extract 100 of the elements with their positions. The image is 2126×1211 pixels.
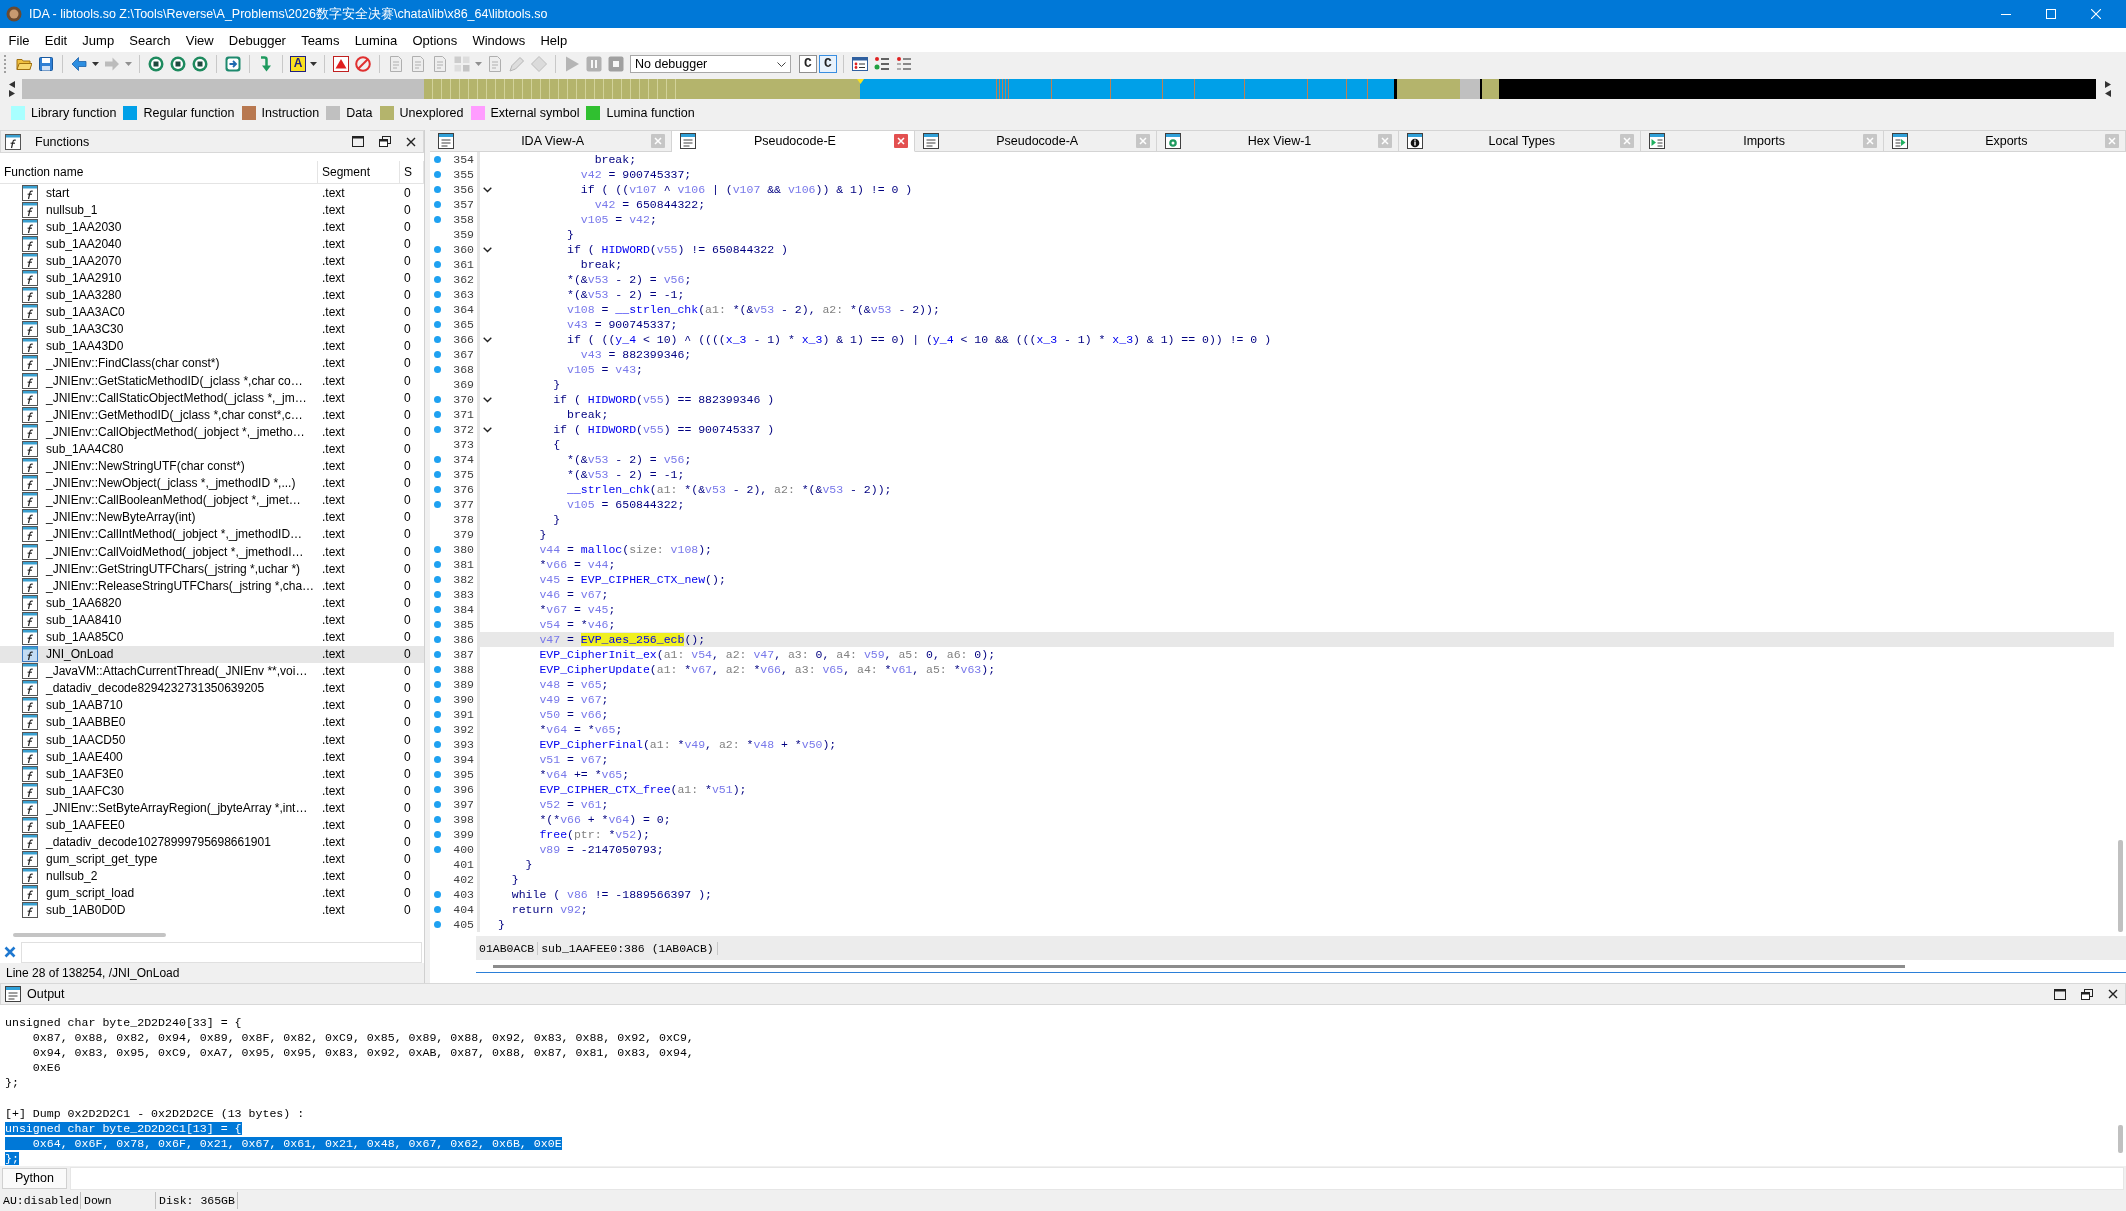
scroll-arrows-icon[interactable] [8, 80, 16, 98]
function-name[interactable]: _JavaVM::AttachCurrentThread(_JNIEnv **,voi… [46, 664, 308, 679]
function-name[interactable]: _datadiv_decode10278999795698661901 [46, 835, 271, 850]
function-name[interactable]: sub_1AAFC30 [46, 783, 125, 798]
command-input[interactable] [69, 1166, 2124, 1190]
function-name[interactable]: _JNIEnv::ReleaseStringUTFChars(_jstring *,cha… [46, 578, 315, 593]
tab[interactable]: Exports [1883, 130, 2126, 152]
float-icon[interactable] [379, 136, 391, 147]
ring-icon[interactable] [146, 54, 166, 74]
menu-item[interactable]: Options [404, 30, 465, 50]
menu-item[interactable]: Lumina [347, 30, 405, 50]
function-name[interactable]: gum_script_load [46, 886, 135, 901]
function-name[interactable]: sub_1AAF3E0 [46, 766, 124, 781]
menu-item[interactable]: View [178, 30, 222, 50]
function-name[interactable]: sub_1AA8410 [46, 612, 122, 627]
function-name[interactable]: _datadiv_decode8294232731350639205 [46, 681, 265, 696]
function-name[interactable]: nullsub_1 [46, 202, 98, 217]
function-name[interactable]: _JNIEnv::GetStringUTFChars(_jstring *,uchar *) [46, 561, 301, 576]
function-name[interactable]: JNI_OnLoad [46, 647, 114, 662]
column-header[interactable]: Segment [318, 161, 400, 183]
language-button[interactable]: Python [2, 1167, 67, 1189]
menu-item[interactable]: Edit [37, 30, 75, 50]
clear-icon[interactable] [4, 946, 16, 958]
function-name[interactable]: _JNIEnv::GetStaticMethodID(_jclass *,char co… [46, 373, 303, 388]
function-name[interactable]: _JNIEnv::CallVoidMethod(_jobject *,_jmethodI… [46, 544, 304, 559]
maximize-icon[interactable] [352, 136, 364, 147]
maximize-icon[interactable] [2054, 988, 2066, 1000]
menu-item[interactable]: Windows [464, 30, 533, 50]
navigation-band[interactable] [22, 79, 2096, 99]
function-name[interactable]: sub_1AAE400 [46, 749, 123, 764]
function-name[interactable]: _JNIEnv::NewObject(_jclass *,_jmethodID *,...) [46, 476, 296, 491]
function-name[interactable]: sub_1AA43D0 [46, 339, 124, 354]
function-name[interactable]: _JNIEnv::CallObjectMethod(_jobject *,_jmetho… [46, 424, 305, 439]
scrollbar-thumb[interactable] [493, 964, 1905, 968]
close-icon[interactable] [406, 136, 416, 147]
chevron-icon[interactable] [483, 246, 492, 253]
function-name[interactable]: _JNIEnv::CallBooleanMethod(_jobject *,_jmet… [46, 493, 301, 508]
back-arrow-icon[interactable] [69, 54, 89, 74]
function-name[interactable]: _JNIEnv::CallIntMethod(_jobject *,_jmethodID… [46, 527, 303, 542]
scroll-arrows-icon[interactable] [2104, 80, 2112, 98]
function-name[interactable]: _JNIEnv::GetMethodID(_jclass *,char const*,c… [46, 407, 303, 422]
function-name[interactable]: sub_1AABBE0 [46, 715, 126, 730]
function-name[interactable]: _JNIEnv::NewStringUTF(char const*) [46, 459, 245, 474]
function-name[interactable]: sub_1AA2030 [46, 219, 122, 234]
function-name[interactable]: sub_1AA6820 [46, 595, 122, 610]
function-name[interactable]: sub_1AA3AC0 [46, 305, 125, 320]
tab[interactable]: Hex View-1 [1156, 130, 1400, 152]
float-icon[interactable] [2081, 988, 2093, 1000]
function-name[interactable]: nullsub_2 [46, 869, 98, 884]
function-name[interactable]: sub_1AA3280 [46, 288, 122, 303]
menu-item[interactable]: File [1, 30, 38, 50]
function-name[interactable]: start [46, 185, 70, 200]
menu-item[interactable]: Debugger [221, 30, 294, 50]
chevron-icon[interactable] [483, 186, 492, 193]
no-entry-icon[interactable] [353, 54, 373, 74]
function-name[interactable]: sub_1AA2910 [46, 271, 122, 285]
function-name[interactable]: sub_1AA2070 [46, 253, 122, 268]
chevron-icon[interactable] [483, 426, 492, 433]
caret-icon[interactable] [92, 62, 99, 66]
debugger-dropdown[interactable]: No debugger [630, 55, 791, 73]
function-name[interactable]: _JNIEnv::SetByteArrayRegion(_jbyteArray *,int… [46, 800, 308, 815]
tab[interactable]: Pseudocode-E [672, 130, 915, 152]
save-icon[interactable] [36, 54, 56, 74]
function-name[interactable]: gum_script_get_type [46, 852, 158, 867]
menu-item[interactable]: Help [532, 30, 575, 50]
ring-icon[interactable] [168, 54, 188, 74]
caret-icon[interactable] [310, 62, 317, 66]
ring-icon[interactable] [190, 54, 210, 74]
menu-item[interactable]: Search [121, 30, 179, 50]
function-name[interactable]: sub_1AA2040 [46, 236, 122, 251]
tab[interactable]: IDA View-A [430, 130, 673, 152]
jump-icon[interactable] [223, 54, 243, 74]
code-page-button[interactable]: C [819, 55, 837, 73]
function-name[interactable]: sub_1AACD50 [46, 732, 126, 747]
function-name[interactable]: sub_1AAB710 [46, 698, 123, 713]
letter-tile-button[interactable]: A [290, 56, 306, 72]
column-header[interactable]: S [400, 161, 424, 183]
function-name[interactable]: sub_1AA4C80 [46, 441, 124, 456]
list-icon[interactable] [850, 54, 870, 74]
menu-item[interactable]: Jump [74, 30, 122, 50]
function-name[interactable]: sub_1AA3C30 [46, 322, 124, 337]
minimize-icon[interactable] [2000, 13, 2011, 15]
chevron-icon[interactable] [483, 396, 492, 403]
function-name[interactable]: _JNIEnv::NewByteArray(int) [46, 510, 196, 525]
column-header[interactable]: Function name [0, 161, 318, 183]
function-name[interactable]: sub_1AAFEE0 [46, 818, 125, 832]
function-name[interactable]: sub_1AA85C0 [46, 630, 124, 644]
scrollbar-thumb[interactable] [2118, 1125, 2123, 1153]
scrollbar-thumb[interactable] [13, 933, 166, 937]
function-name[interactable]: sub_1AB0D0D [46, 903, 126, 918]
function-name[interactable]: _JNIEnv::CallStaticObjectMethod(_jclass *,_jm… [46, 390, 307, 405]
tab[interactable]: Pseudocode-A [914, 130, 1157, 152]
code-page-button[interactable]: C [799, 55, 817, 73]
menu-item[interactable]: Teams [293, 30, 348, 50]
filter-field[interactable] [21, 941, 422, 963]
tab[interactable]: Imports [1641, 130, 1884, 152]
tab[interactable]: Local Types [1399, 130, 1642, 152]
function-name[interactable]: _JNIEnv::FindClass(char const*) [46, 356, 220, 371]
close-icon[interactable] [2108, 989, 2118, 999]
scrollbar-thumb[interactable] [2118, 840, 2123, 932]
